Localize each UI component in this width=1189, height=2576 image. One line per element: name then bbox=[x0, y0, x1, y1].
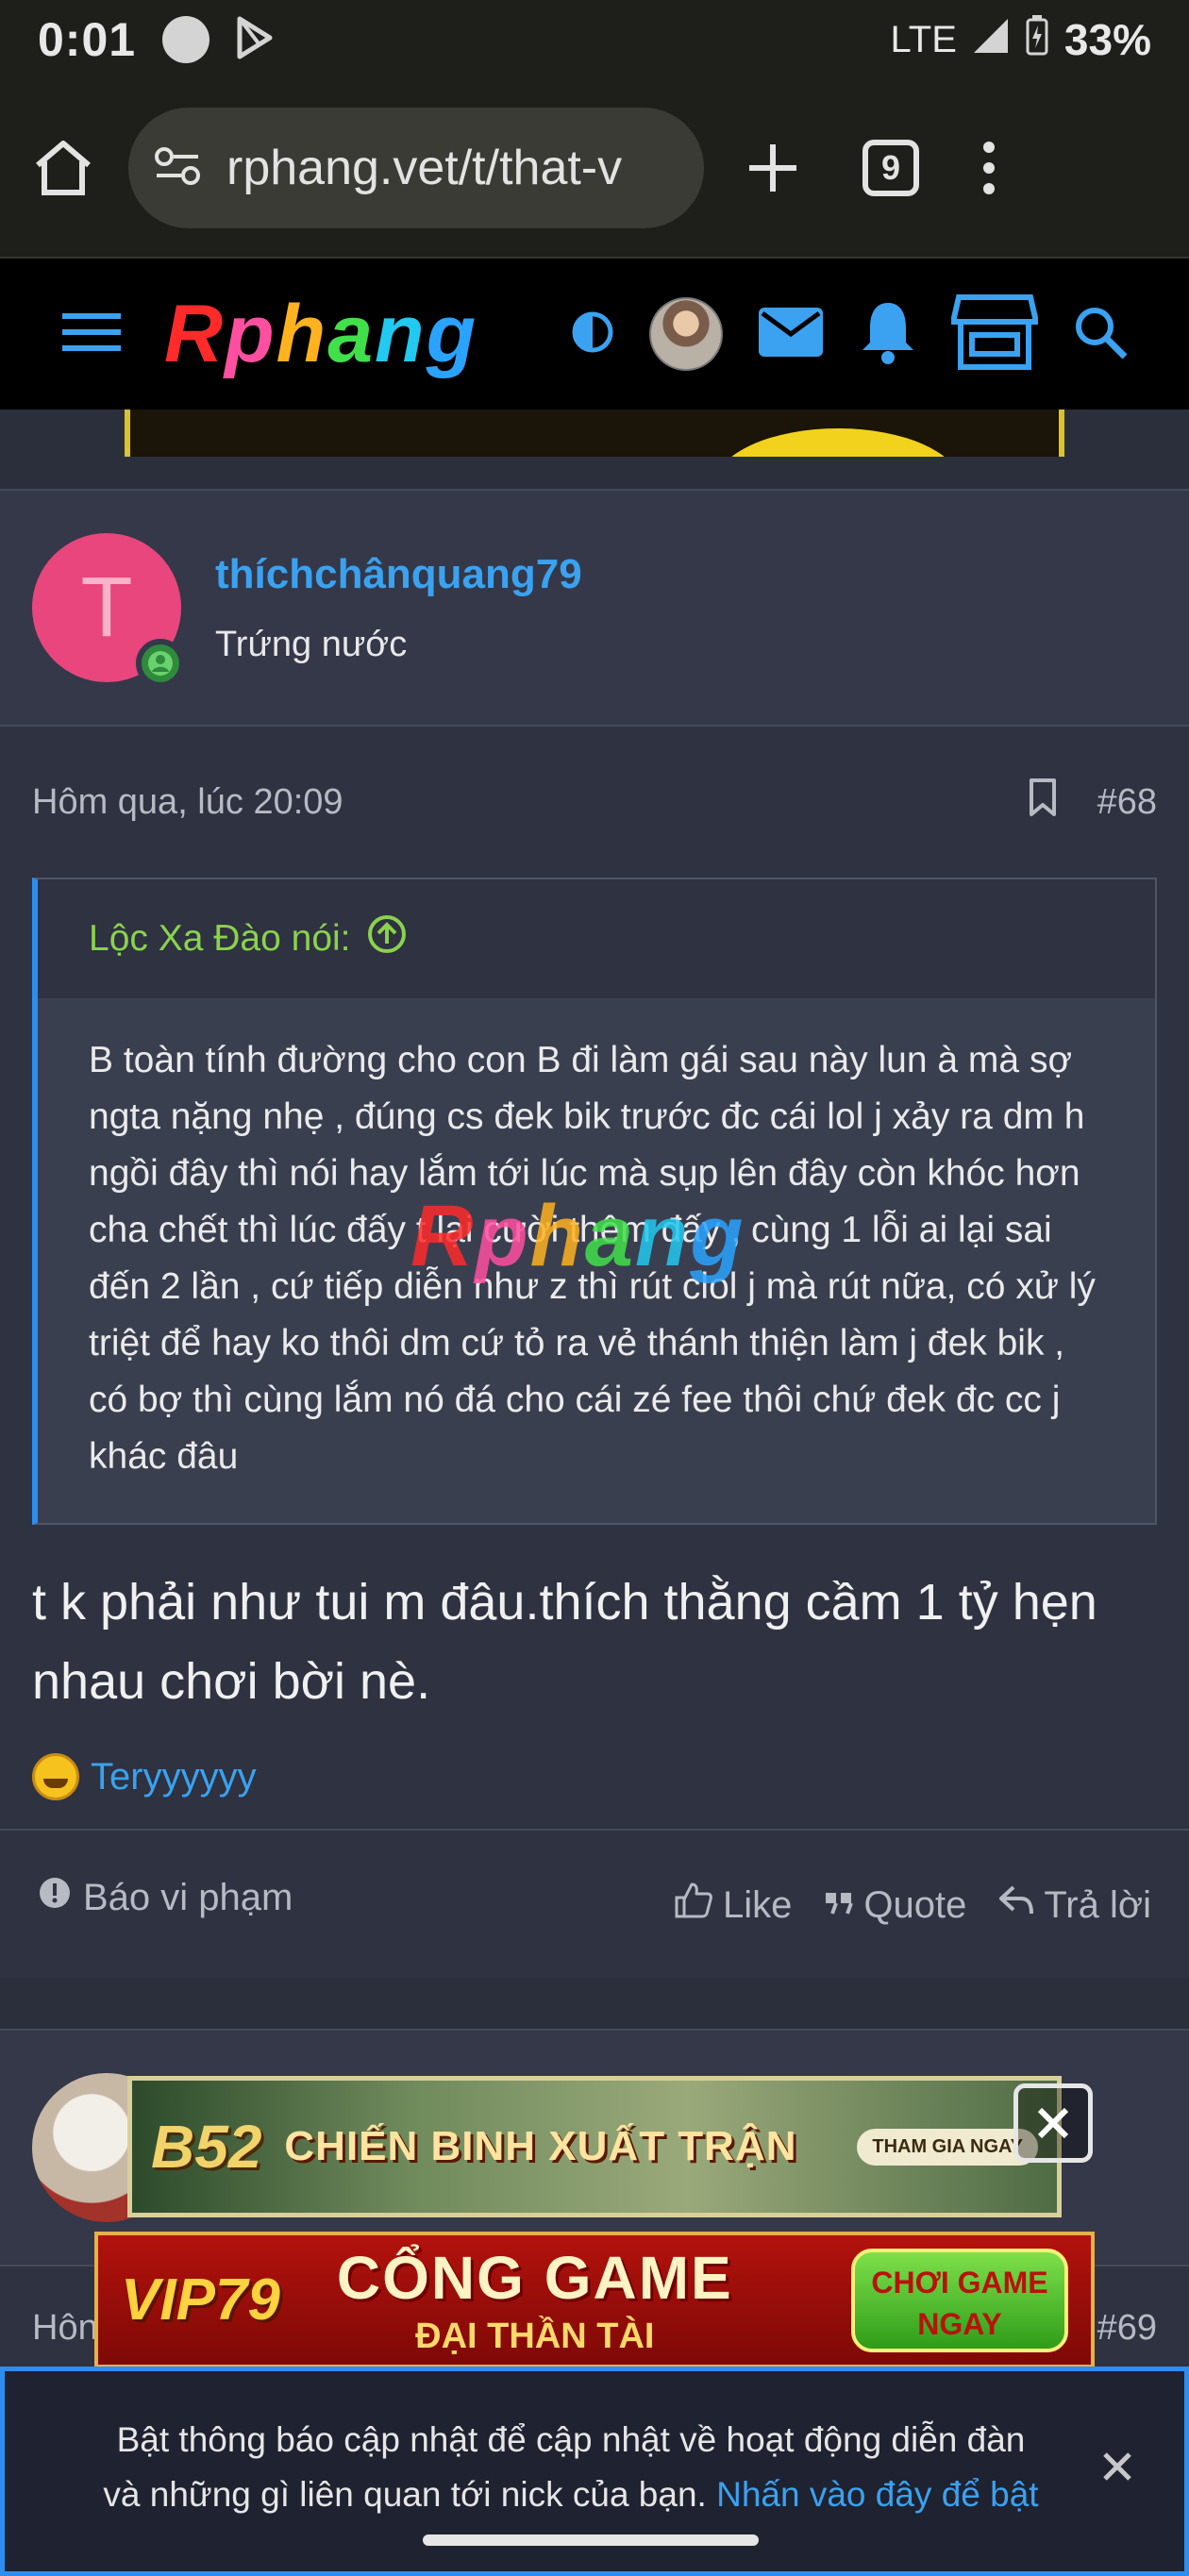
post-number[interactable]: #69 bbox=[1097, 2308, 1157, 2349]
quote-label[interactable]: Quote bbox=[863, 1884, 966, 1927]
ad-cta[interactable]: CHƠI GAME NGAY bbox=[851, 2248, 1068, 2352]
post-meta: Hôm qua, lúc 20:09 #68 bbox=[0, 727, 1189, 878]
forum-post: T thíchchânquang79 Trứng nước Hôm qua, l… bbox=[0, 489, 1189, 1978]
new-tab-icon[interactable] bbox=[745, 141, 800, 195]
status-bar: 0:01 LTE 33% bbox=[0, 0, 1189, 79]
quote-header[interactable]: Lộc Xa Đào nói: bbox=[38, 879, 1155, 998]
tab-switcher-button[interactable]: 9 bbox=[862, 140, 919, 196]
site-settings-icon[interactable] bbox=[153, 145, 202, 192]
quote-content: B toàn tính đường cho con B đi làm gái s… bbox=[38, 998, 1155, 1523]
haha-reaction-icon bbox=[32, 1753, 79, 1800]
reactions-bar[interactable]: Teryyyyyy bbox=[0, 1721, 1189, 1832]
quote-text: B toàn tính đường cho con B đi làm gái s… bbox=[89, 1040, 1096, 1477]
store-icon[interactable] bbox=[949, 293, 1040, 376]
post-actions: Báo vi phạm Like Quote Trả lời bbox=[0, 1829, 1189, 1980]
ad-title: CỔNG GAME bbox=[336, 2244, 733, 2312]
like-label[interactable]: Like bbox=[723, 1884, 792, 1927]
report-label[interactable]: Báo vi phạm bbox=[83, 1877, 293, 1919]
ad-banner-b52[interactable]: B52 CHIẾN BINH XUẤT TRẬN THAM GIA NGAY bbox=[127, 2076, 1062, 2217]
browser-toolbar: rphang.vet/t/that-v 9 bbox=[0, 79, 1189, 257]
ad-close-button[interactable] bbox=[1013, 2083, 1093, 2163]
post-user-header: T thíchchânquang79 Trứng nước bbox=[0, 491, 1189, 727]
ad-title: CHIẾN BINH XUẤT TRẬN bbox=[284, 2123, 797, 2169]
more-menu-icon[interactable] bbox=[981, 140, 996, 196]
url-bar[interactable]: rphang.vet/t/that-v bbox=[128, 108, 704, 228]
warning-icon bbox=[38, 1876, 72, 1919]
quote-author[interactable]: Lộc Xa Đào nói: bbox=[89, 918, 351, 960]
report-button[interactable]: Báo vi phạm bbox=[38, 1876, 293, 1919]
reply-button[interactable]: Trả lời bbox=[998, 1883, 1151, 1927]
reaction-user[interactable]: Teryyyyyy bbox=[91, 1756, 257, 1798]
avatar-letter: T bbox=[80, 560, 133, 655]
battery-percent: 33% bbox=[1063, 15, 1151, 64]
top-banner-ad[interactable] bbox=[125, 410, 1064, 457]
play-store-icon bbox=[234, 15, 276, 65]
quote-icon bbox=[824, 1884, 854, 1927]
status-time: 0:01 bbox=[38, 13, 137, 66]
home-indicator[interactable] bbox=[423, 2534, 759, 2546]
reply-label[interactable]: Trả lời bbox=[1044, 1884, 1151, 1927]
author-username[interactable]: thíchchânquang79 bbox=[215, 551, 582, 598]
author-avatar[interactable]: T bbox=[32, 533, 185, 688]
status-notification-icon bbox=[162, 16, 210, 63]
ad-brand: VIP79 bbox=[121, 2267, 280, 2333]
ad-cta[interactable]: THAM GIA NGAY bbox=[857, 2128, 1038, 2166]
mail-icon[interactable] bbox=[757, 306, 825, 363]
site-logo[interactable]: Rphang bbox=[164, 288, 477, 381]
battery-icon bbox=[1025, 14, 1049, 66]
enable-notifications-link[interactable]: Nhấn vào đây để bật bbox=[716, 2475, 1038, 2514]
reply-icon bbox=[998, 1883, 1034, 1927]
home-icon[interactable] bbox=[32, 139, 94, 197]
post-number[interactable]: #68 bbox=[1097, 782, 1157, 823]
theme-toggle-icon[interactable] bbox=[570, 309, 615, 360]
post-body: t k phải như tui m đâu.thích thằng cầm 1… bbox=[32, 1574, 1097, 1710]
online-status-icon bbox=[136, 639, 185, 688]
url-text[interactable]: rphang.vet/t/that-v bbox=[226, 140, 622, 196]
author-title: Trứng nước bbox=[215, 624, 408, 664]
bookmark-icon[interactable] bbox=[1028, 777, 1058, 828]
close-icon[interactable] bbox=[1101, 2451, 1133, 2487]
ad-brand: B52 bbox=[151, 2113, 262, 2181]
quote-block: Lộc Xa Đào nói: B toàn tính đường cho co… bbox=[32, 878, 1157, 1525]
notifications-bell-icon[interactable] bbox=[859, 299, 917, 370]
site-header: Rphang bbox=[0, 257, 1189, 410]
jump-to-quote-icon[interactable] bbox=[366, 913, 408, 964]
post-date[interactable]: Hôm qua, lúc 20:09 bbox=[32, 782, 343, 823]
network-type: LTE bbox=[890, 18, 957, 60]
ad-banner-vip79[interactable]: VIP79 CỔNG GAME ĐẠI THẦN TÀI CHƠI GAME N… bbox=[94, 2232, 1095, 2368]
quote-button[interactable]: Quote bbox=[824, 1884, 966, 1927]
thumbs-up-icon bbox=[674, 1881, 713, 1930]
search-icon[interactable] bbox=[1072, 304, 1129, 365]
like-button[interactable]: Like bbox=[674, 1881, 792, 1930]
user-avatar[interactable] bbox=[649, 297, 723, 371]
hamburger-menu-icon[interactable] bbox=[60, 309, 123, 360]
signal-icon bbox=[972, 14, 1010, 65]
ad-subtitle: ĐẠI THẦN TÀI bbox=[415, 2317, 655, 2356]
post-date[interactable]: Hôn bbox=[32, 2308, 98, 2349]
close-icon bbox=[1037, 2107, 1069, 2139]
